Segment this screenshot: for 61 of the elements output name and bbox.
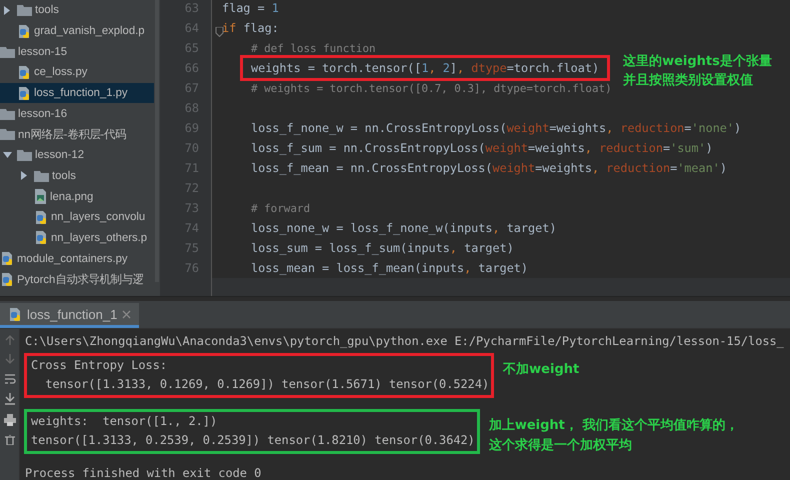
tree-item[interactable]: nn网络层-卷积层-代码	[0, 124, 160, 145]
python-file-icon	[17, 24, 31, 39]
folder-icon	[0, 108, 15, 120]
folder-icon	[17, 149, 32, 162]
tree-item[interactable]: module_containers.py	[0, 248, 160, 269]
tree-item[interactable]: loss_function_1.py	[0, 82, 154, 104]
scroll-to-end-icon[interactable]	[4, 393, 16, 405]
code-line: loss_f_sum = nn.CrossEntropyLoss(weight=weights, reduction='sum')	[251, 141, 713, 155]
code-line: flag = 1	[222, 1, 279, 15]
folder-icon	[17, 4, 32, 16]
annotation-note: 加上weight， 我们看这个平均值咋算的，	[488, 416, 738, 434]
annotation-note: 并且按照类别设置权值	[623, 72, 754, 90]
code-line: loss_f_mean = nn.CrossEntropyLoss(weight=weights, reduction='mean')	[251, 161, 727, 175]
python-file-icon	[17, 64, 31, 80]
console-line: tensor([1.3133, 0.1269, 0.1269]) tensor(1.5671) tensor(0.5224)	[44, 377, 490, 391]
tree-item[interactable]: lesson-15	[0, 41, 160, 62]
code-line: # def loss function	[251, 41, 376, 55]
annotation-note: 这里的weights是个张量	[623, 52, 772, 71]
code-line: weights = torch.tensor([1, 2], dtype=torch.float)	[251, 61, 600, 75]
expanded-arrow-icon[interactable]	[2, 152, 12, 158]
python-file-icon	[0, 251, 14, 266]
python-file-icon	[0, 272, 14, 287]
python-file-icon	[8, 306, 22, 322]
python-file-icon	[17, 86, 31, 101]
code-line: loss_sum = loss_f_sum(inputs, target)	[251, 241, 514, 255]
tree-item[interactable]: Pytorch自动求导机制与逻	[0, 268, 160, 290]
tree-item[interactable]: tools	[0, 166, 160, 186]
tree-item[interactable]: lena.png	[0, 186, 160, 207]
collapsed-arrow-icon[interactable]	[4, 6, 10, 15]
annotation-note: 这个求得是一个加权平均	[488, 436, 633, 454]
code-line: loss_none_w = loss_f_none_w(inputs, target)	[251, 221, 556, 235]
folder-icon	[0, 46, 15, 58]
console-line: C:\Users\ZhongqiangWu\Anaconda3\envs\pytorch_gpu\python.exe E:/PycharmFile/PytorchLearning/lesson-15/loss_	[25, 334, 784, 348]
tree-item[interactable]: ce_loss.py	[0, 62, 160, 83]
tree-item[interactable]: tools	[0, 0, 160, 21]
tree-item[interactable]: lesson-12	[0, 144, 160, 166]
collapsed-arrow-icon[interactable]	[21, 171, 27, 180]
folder-icon	[34, 170, 49, 182]
run-tab[interactable]: loss_function_1	[0, 303, 140, 328]
code-line: loss_f_none_w = nn.CrossEntropyLoss(weight=weights, reduction='none')	[251, 121, 742, 135]
tree-item[interactable]: lesson-16	[0, 103, 160, 124]
print-icon[interactable]	[4, 414, 16, 426]
code-line: if flag:	[222, 21, 279, 35]
trash-icon[interactable]	[4, 435, 14, 445]
python-file-icon	[34, 230, 48, 246]
fold-marker-icon[interactable]	[215, 27, 224, 37]
tree-item[interactable]: nn_layers_convolu	[0, 206, 160, 228]
code-line: # weights = torch.tensor([0.7, 0.3], dtype=torch.float)	[251, 81, 612, 95]
tree-item[interactable]: grad_vanish_explod.p	[0, 20, 160, 42]
image-file-icon	[34, 189, 47, 204]
annotation-note: 不加weight	[503, 360, 580, 378]
code-line: # forward	[251, 201, 310, 215]
soft-wrap-icon[interactable]	[4, 373, 16, 384]
python-file-icon	[34, 210, 48, 225]
console-line: tensor([1.3133, 0.2539, 0.2539]) tensor(1.8210) tensor(0.3642)	[31, 433, 475, 447]
console-line: Process finished with exit code 0	[25, 466, 262, 480]
tree-item[interactable]: nn_layers_others.p	[0, 228, 160, 248]
console-line: Cross Entropy Loss:	[31, 358, 168, 372]
folder-icon	[0, 128, 15, 140]
console-line: weights: tensor([1., 2.])	[31, 414, 218, 428]
code-line: loss_mean = loss_f_mean(inputs, target)	[251, 261, 528, 275]
